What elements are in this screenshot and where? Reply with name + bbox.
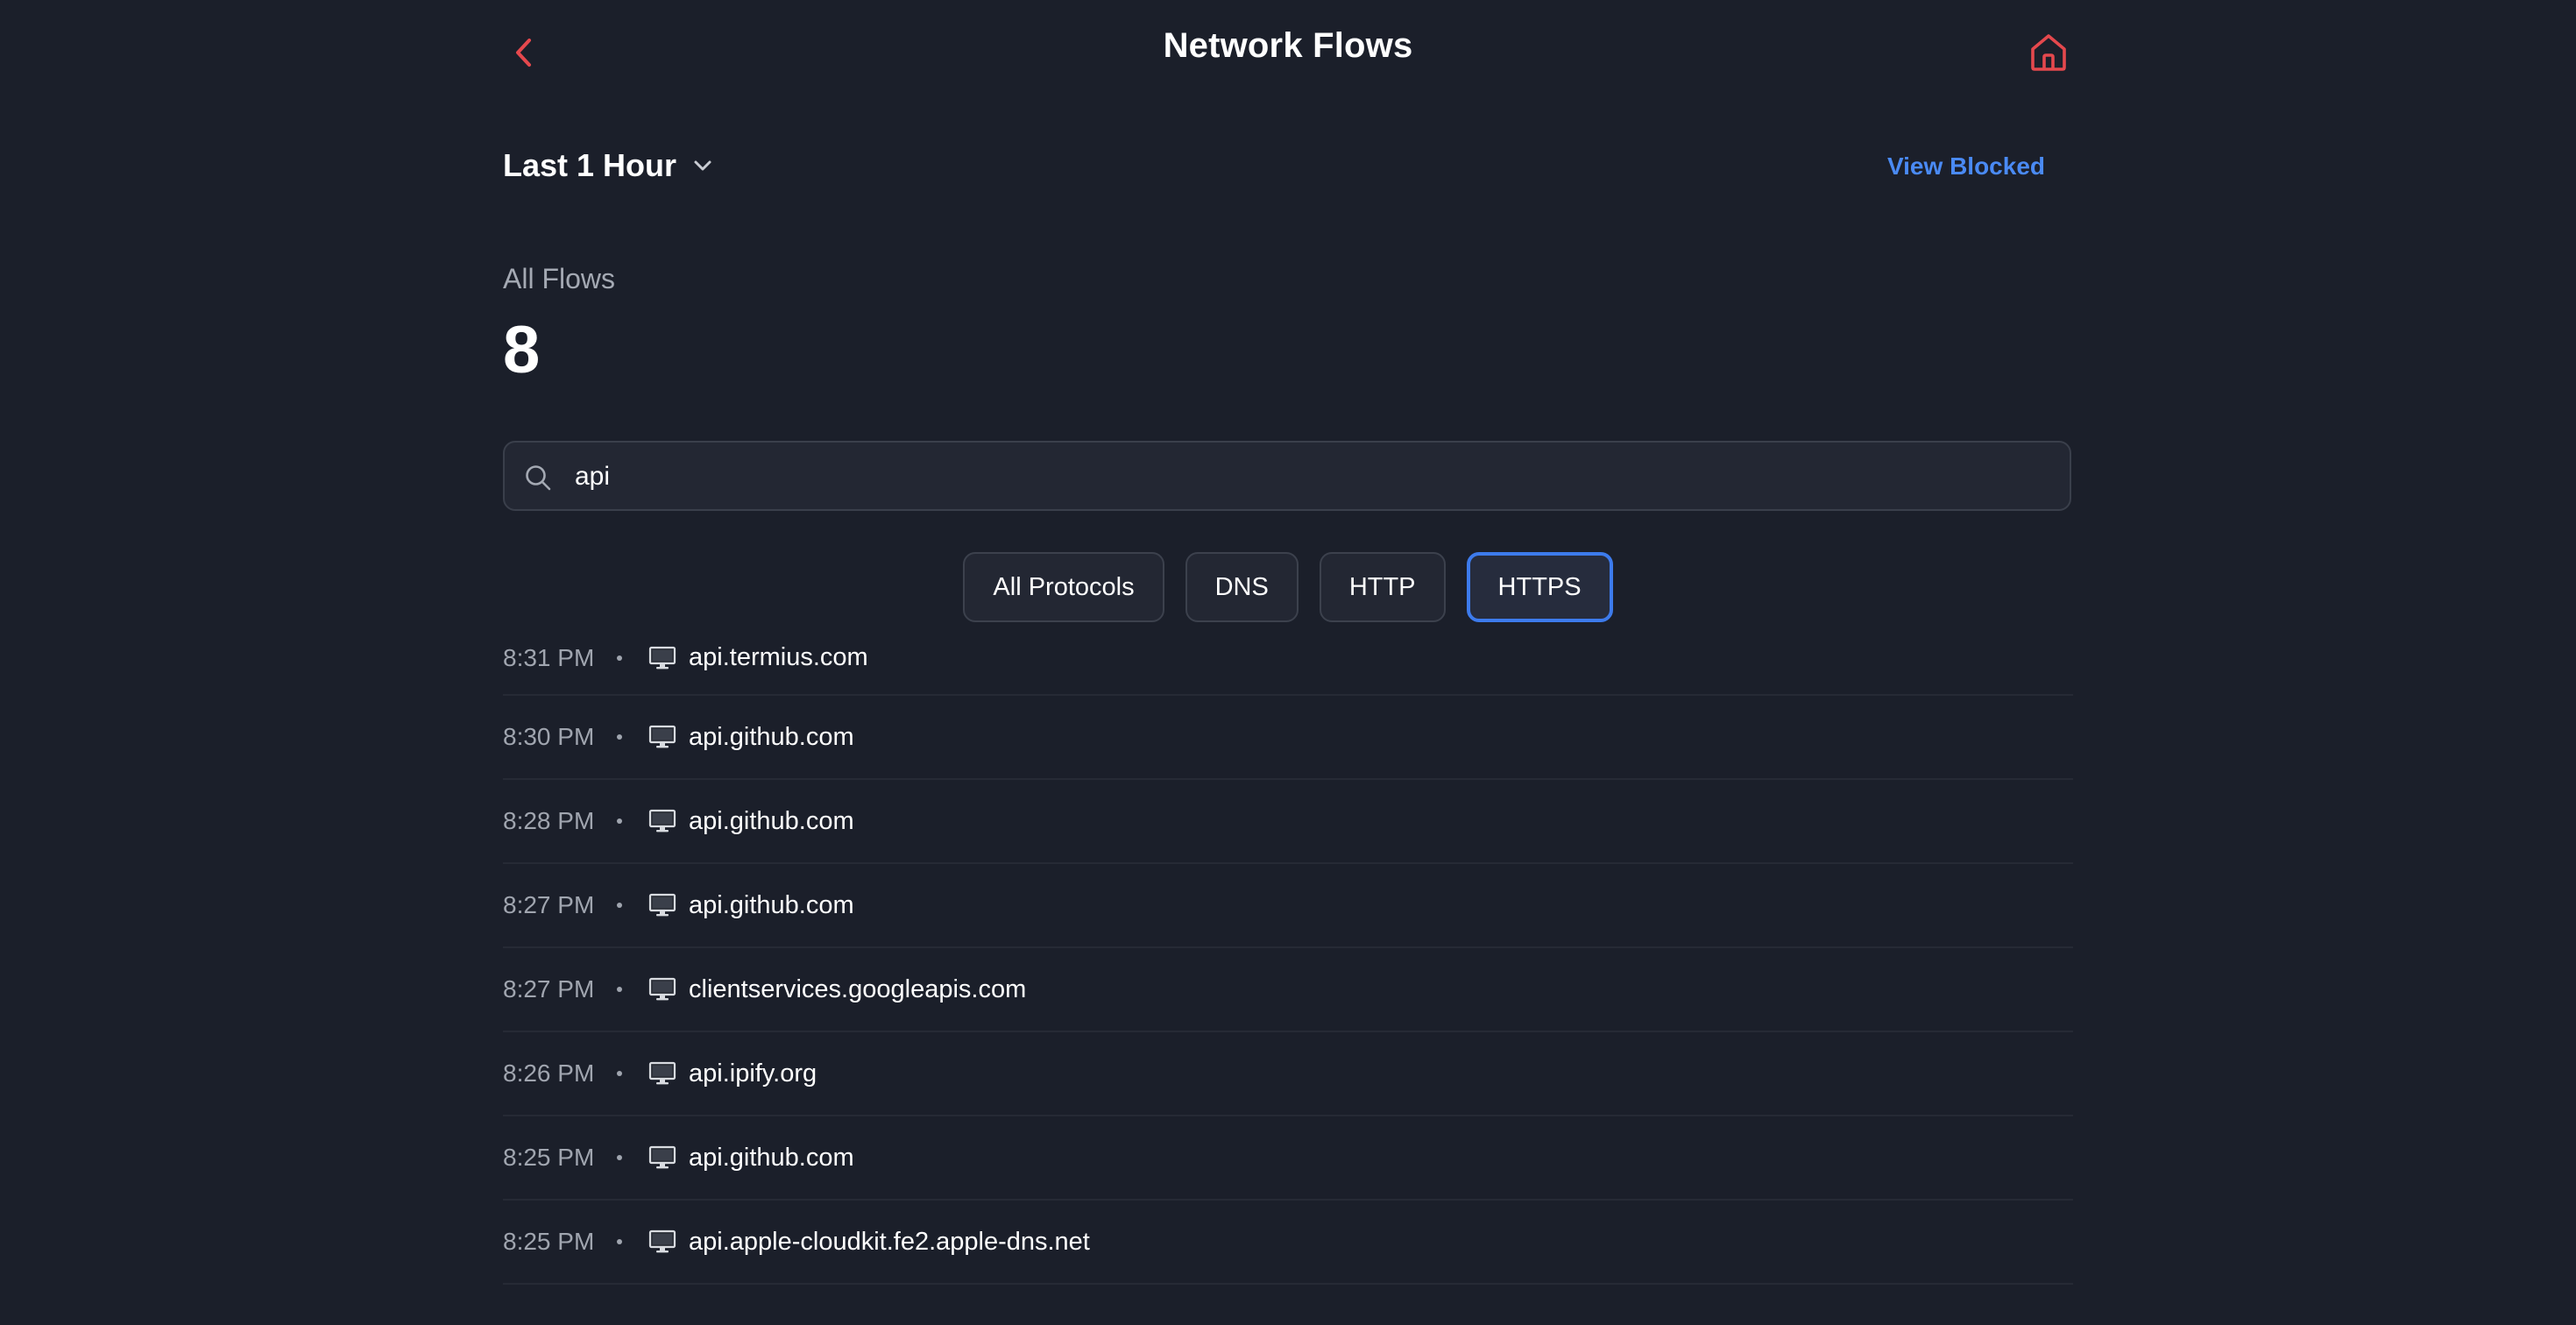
flow-row[interactable]: 8:27 PM clientservices.googleapis.com <box>503 948 2073 1032</box>
protocol-filters: All Protocols DNS HTTP HTTPS <box>503 552 2073 624</box>
time-range-row: Last 1 Hour View Blocked <box>503 147 2073 189</box>
search-box[interactable] <box>503 441 2071 511</box>
page-title: Network Flows <box>1163 26 1413 65</box>
flow-time: 8:28 PM <box>503 807 595 834</box>
separator-dot <box>617 1155 622 1160</box>
time-range-dropdown[interactable]: Last 1 Hour <box>503 147 713 184</box>
flow-row[interactable]: 8:25 PM api.apple-cloudkit.fe2.apple-dns… <box>503 1201 2073 1285</box>
flow-host: api.github.com <box>689 1143 854 1172</box>
header: Network Flows <box>503 0 2073 105</box>
flow-row[interactable]: 8:27 PM api.github.com <box>503 864 2073 948</box>
separator-dot <box>617 734 622 740</box>
flow-host: api.ipify.org <box>689 1059 817 1088</box>
flow-host: api.github.com <box>689 890 854 919</box>
filter-all-protocols[interactable]: All Protocols <box>963 552 1164 622</box>
computer-icon <box>648 893 676 917</box>
computer-icon <box>648 809 676 833</box>
search-input[interactable] <box>573 451 2049 502</box>
flow-time: 8:26 PM <box>503 1059 595 1087</box>
separator-dot <box>617 903 622 908</box>
time-range-label: Last 1 Hour <box>503 147 677 183</box>
flow-time: 8:27 PM <box>503 975 595 1003</box>
flow-row[interactable]: 8:30 PM api.github.com <box>503 696 2073 780</box>
separator-dot <box>617 818 622 824</box>
filter-https[interactable]: HTTPS <box>1466 552 1613 622</box>
separator-dot <box>617 1071 622 1076</box>
chevron-down-icon <box>692 155 713 176</box>
computer-icon <box>648 646 676 669</box>
content-container: Network Flows Last 1 Hour View Blocked A… <box>503 0 2073 1325</box>
flow-host: api.github.com <box>689 806 854 835</box>
network-flows-page: Network Flows Last 1 Hour View Blocked A… <box>0 0 2576 1325</box>
flow-host: api.termius.com <box>689 643 868 671</box>
separator-dot <box>617 1239 622 1244</box>
flow-time: 8:30 PM <box>503 723 595 750</box>
separator-dot <box>617 655 622 661</box>
filter-http[interactable]: HTTP <box>1319 552 1446 622</box>
view-blocked-link[interactable]: View Blocked <box>1887 152 2045 181</box>
flow-row[interactable]: 8:28 PM api.github.com <box>503 780 2073 864</box>
computer-icon <box>648 1229 676 1253</box>
flow-time: 8:31 PM <box>503 643 595 671</box>
flow-count: 8 <box>503 313 541 387</box>
all-flows-label: All Flows <box>503 263 616 294</box>
flow-host: api.github.com <box>689 722 854 751</box>
home-button[interactable] <box>2024 26 2073 79</box>
flow-host: api.apple-cloudkit.fe2.apple-dns.net <box>689 1227 1090 1256</box>
flow-time: 8:25 PM <box>503 1144 595 1171</box>
flow-time: 8:27 PM <box>503 891 595 918</box>
computer-icon <box>648 1061 676 1085</box>
flow-time: 8:25 PM <box>503 1228 595 1255</box>
filter-dns[interactable]: DNS <box>1185 552 1299 622</box>
computer-icon <box>648 1145 676 1169</box>
flow-row[interactable]: 8:26 PM api.ipify.org <box>503 1032 2073 1116</box>
separator-dot <box>617 987 622 992</box>
computer-icon <box>648 977 676 1001</box>
computer-icon <box>648 725 676 748</box>
flow-host: clientservices.googleapis.com <box>689 974 1027 1003</box>
flow-list: 8:31 PM api.termius.com 8:30 PM api.gith… <box>503 636 2073 1285</box>
flow-row[interactable]: 8:25 PM api.github.com <box>503 1116 2073 1201</box>
flow-row[interactable]: 8:31 PM api.termius.com <box>503 636 2073 696</box>
home-icon <box>2031 34 2066 71</box>
search-icon <box>526 465 551 491</box>
